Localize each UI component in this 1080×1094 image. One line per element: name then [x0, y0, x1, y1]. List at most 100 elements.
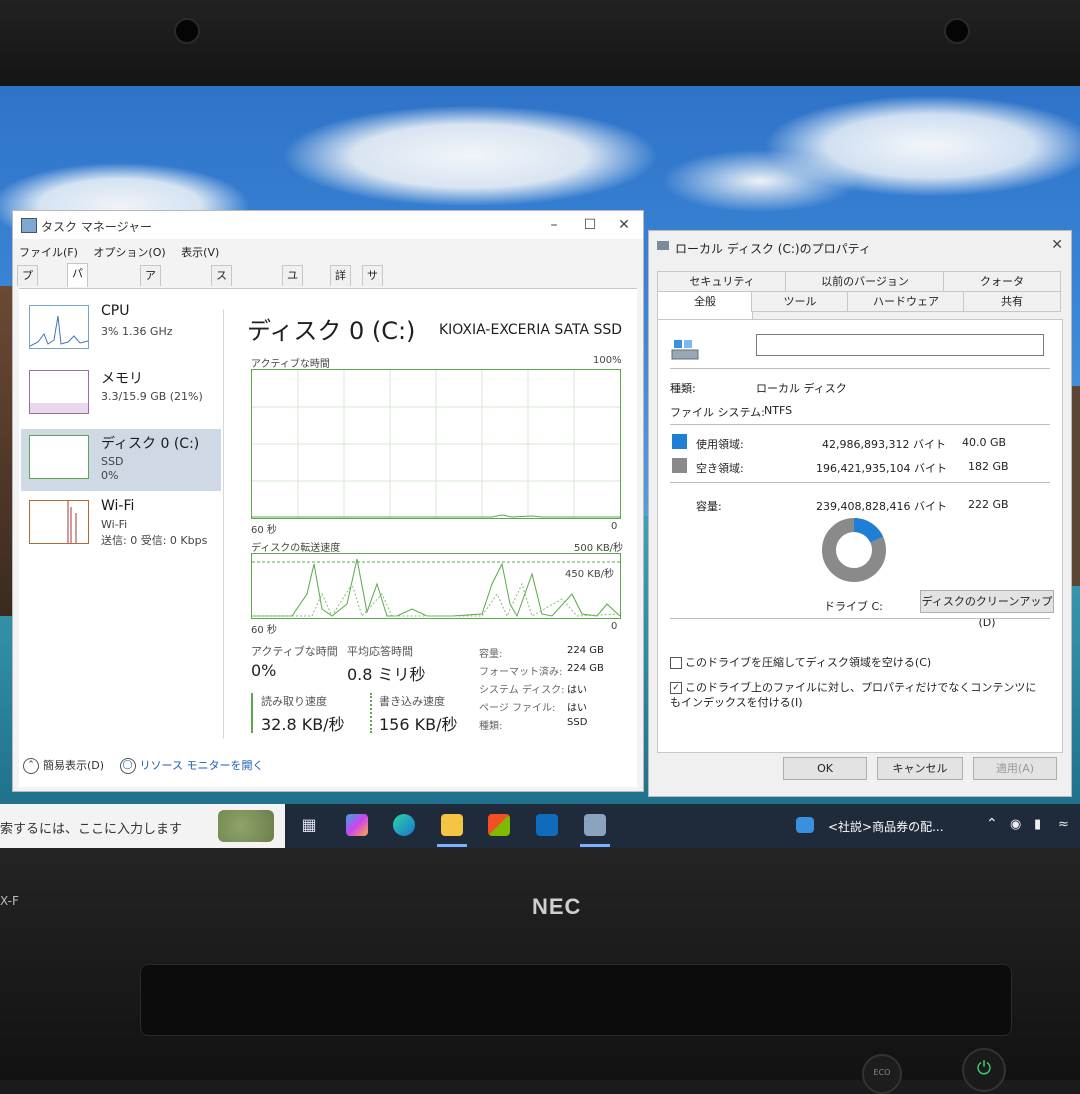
- tab-security[interactable]: セキュリティ: [657, 271, 787, 292]
- tab-performance[interactable]: パフォーマンス: [67, 263, 88, 400]
- active-time-graph: [251, 369, 621, 519]
- task-manager-icon[interactable]: [584, 814, 606, 836]
- store-icon[interactable]: [488, 814, 510, 836]
- detail-key: フォーマット済み:: [479, 667, 563, 678]
- sidebar-item-wifi[interactable]: Wi-Fi Wi-Fi 送信: 0 受信: 0 Kbps: [21, 494, 221, 556]
- capacity-label: 容量:: [696, 500, 722, 513]
- read-speed-value: 32.8 KB/秒: [261, 715, 345, 734]
- menu-bar: ファイル(F) オプション(O) 表示(V): [19, 244, 231, 260]
- detail-value: 224 GB: [567, 663, 604, 674]
- menu-file[interactable]: ファイル(F): [19, 246, 78, 259]
- active-time-label: アクティブな時間: [251, 645, 338, 658]
- edge-icon[interactable]: [393, 814, 415, 836]
- detail-value: はい: [567, 703, 587, 714]
- response-time-value: 0.8 ミリ秒: [347, 665, 426, 684]
- tab-users[interactable]: ユーザー: [282, 265, 303, 342]
- detail-value: 224 GB: [567, 645, 604, 656]
- divider: [670, 424, 1050, 425]
- tab-previous-versions[interactable]: 以前のバージョン: [785, 271, 945, 292]
- compress-option[interactable]: このドライブを圧縮してディスク領域を空ける(C): [670, 654, 1054, 670]
- wifi-icon[interactable]: ≈: [1058, 817, 1069, 832]
- active-time-value: 0%: [251, 661, 277, 680]
- task-view-icon[interactable]: ▦: [298, 814, 320, 836]
- taskbar: 索するには、ここに入力します ▦ <社説>商品券の配... ⌃ ◉ ▮ ≈: [0, 804, 1080, 848]
- task-manager-titlebar[interactable]: タスク マネージャー – ☐ ✕: [13, 211, 643, 239]
- outlook-icon[interactable]: [536, 814, 558, 836]
- active-app-indicator: [580, 844, 610, 847]
- taskbar-search[interactable]: 索するには、ここに入力します: [0, 804, 285, 848]
- index-checkbox[interactable]: ✓: [670, 682, 682, 694]
- bezel-screw: [944, 18, 970, 44]
- sidebar-item-cpu[interactable]: CPU 3% 1.36 GHz: [21, 299, 221, 361]
- sidebar-item-detail: 3.3/15.9 GB (21%): [101, 390, 203, 403]
- tab-details[interactable]: 詳細: [330, 265, 351, 302]
- resource-monitor-link[interactable]: ◯ リソース モニターを開く: [119, 758, 264, 774]
- tab-hardware[interactable]: ハードウェア: [847, 291, 965, 312]
- resource-monitor-icon: ◯: [119, 758, 136, 774]
- memory-mini-graph: [30, 403, 88, 413]
- battery-icon[interactable]: ▮: [1034, 817, 1041, 832]
- camera-icon[interactable]: ◉: [1010, 817, 1021, 832]
- tab-tools[interactable]: ツール: [751, 291, 849, 312]
- minimize-button[interactable]: –: [537, 214, 571, 236]
- sidebar-item-detail: 0%: [101, 469, 119, 482]
- sidebar-item-label: ディスク 0 (C:): [101, 436, 200, 452]
- tab-processes[interactable]: プロセス: [17, 265, 38, 342]
- eco-label: ECO: [873, 1068, 891, 1077]
- cpu-mini-graph: [29, 315, 89, 347]
- menu-options[interactable]: オプション(O): [93, 246, 165, 259]
- general-tab-panel: 種類: ローカル ディスク ファイル システム: NTFS 使用領域: 42,9…: [657, 319, 1063, 753]
- laptop-bottom-bezel: X-F NEC ECO ⏻: [0, 848, 1080, 1094]
- filesystem-label: ファイル システム:: [670, 406, 765, 419]
- news-headline[interactable]: <社説>商品券の配...: [828, 818, 944, 835]
- eco-button[interactable]: ECO: [862, 1054, 902, 1094]
- transfer-rate-graph: [251, 553, 621, 619]
- graph-min-label: 0: [611, 621, 618, 632]
- news-widget-icon[interactable]: [796, 817, 814, 833]
- usage-donut-chart: [822, 518, 886, 582]
- search-highlight-image: [218, 810, 274, 842]
- close-button[interactable]: ✕: [1051, 237, 1063, 253]
- ok-button[interactable]: OK: [783, 757, 867, 780]
- index-option[interactable]: ✓ このドライブ上のファイルに対し、プロパティだけでなくコンテンツにもインデックス…: [670, 680, 1040, 710]
- fewer-details-label: 簡易表示(D): [43, 759, 105, 772]
- copilot-icon[interactable]: [346, 814, 368, 836]
- sidebar-item-memory[interactable]: メモリ 3.3/15.9 GB (21%): [21, 364, 221, 426]
- tab-general[interactable]: 全般: [657, 291, 753, 319]
- chevron-up-icon[interactable]: ⌃: [986, 816, 998, 832]
- tab-sharing[interactable]: 共有: [963, 291, 1061, 312]
- panel-divider: [223, 309, 224, 739]
- free-space-bytes: 196,421,935,104 バイト: [816, 462, 947, 475]
- free-space-label: 空き領域:: [696, 462, 744, 475]
- active-time-graph-lines: [252, 370, 620, 518]
- power-icon[interactable]: ⏻: [962, 1048, 1006, 1092]
- sidebar-item-label: メモリ: [101, 371, 143, 387]
- volume-label-input[interactable]: [756, 334, 1044, 356]
- file-explorer-icon[interactable]: [441, 814, 463, 836]
- divider: [670, 368, 1050, 369]
- sidebar-item-disk[interactable]: ディスク 0 (C:) SSD 0%: [21, 429, 221, 491]
- graph-min-label: 0: [611, 521, 618, 532]
- disk-cleanup-button[interactable]: ディスクのクリーンアップ(D): [920, 590, 1054, 629]
- cancel-button[interactable]: キャンセル: [877, 757, 963, 780]
- free-space-swatch: [672, 458, 687, 473]
- disk-model: KIOXIA-EXCERIA SATA SSD: [439, 322, 623, 338]
- close-button[interactable]: ✕: [607, 214, 641, 236]
- free-space-gb: 182 GB: [968, 460, 1009, 473]
- menu-view[interactable]: 表示(V): [181, 246, 219, 259]
- type-value: ローカル ディスク: [756, 382, 847, 395]
- capacity-gb: 222 GB: [968, 498, 1009, 511]
- detail-key: 容量:: [479, 649, 503, 660]
- apply-button[interactable]: 適用(A): [973, 757, 1057, 780]
- tab-quota[interactable]: クォータ: [943, 271, 1061, 292]
- detail-value: SSD: [567, 717, 588, 728]
- detail-key: 種類:: [479, 721, 503, 732]
- maximize-button[interactable]: ☐: [573, 214, 607, 236]
- tab-app-history[interactable]: アプリの履歴: [140, 265, 161, 382]
- compress-checkbox[interactable]: [670, 657, 682, 669]
- dialog-title: ローカル ディスク (C:)のプロパティ: [675, 242, 871, 256]
- tab-startup[interactable]: スタートアップ: [211, 265, 232, 402]
- tab-services[interactable]: サービス: [362, 265, 383, 342]
- wifi-mini-graph: [67, 501, 77, 543]
- fewer-details-link[interactable]: ⌃ 簡易表示(D): [23, 758, 105, 774]
